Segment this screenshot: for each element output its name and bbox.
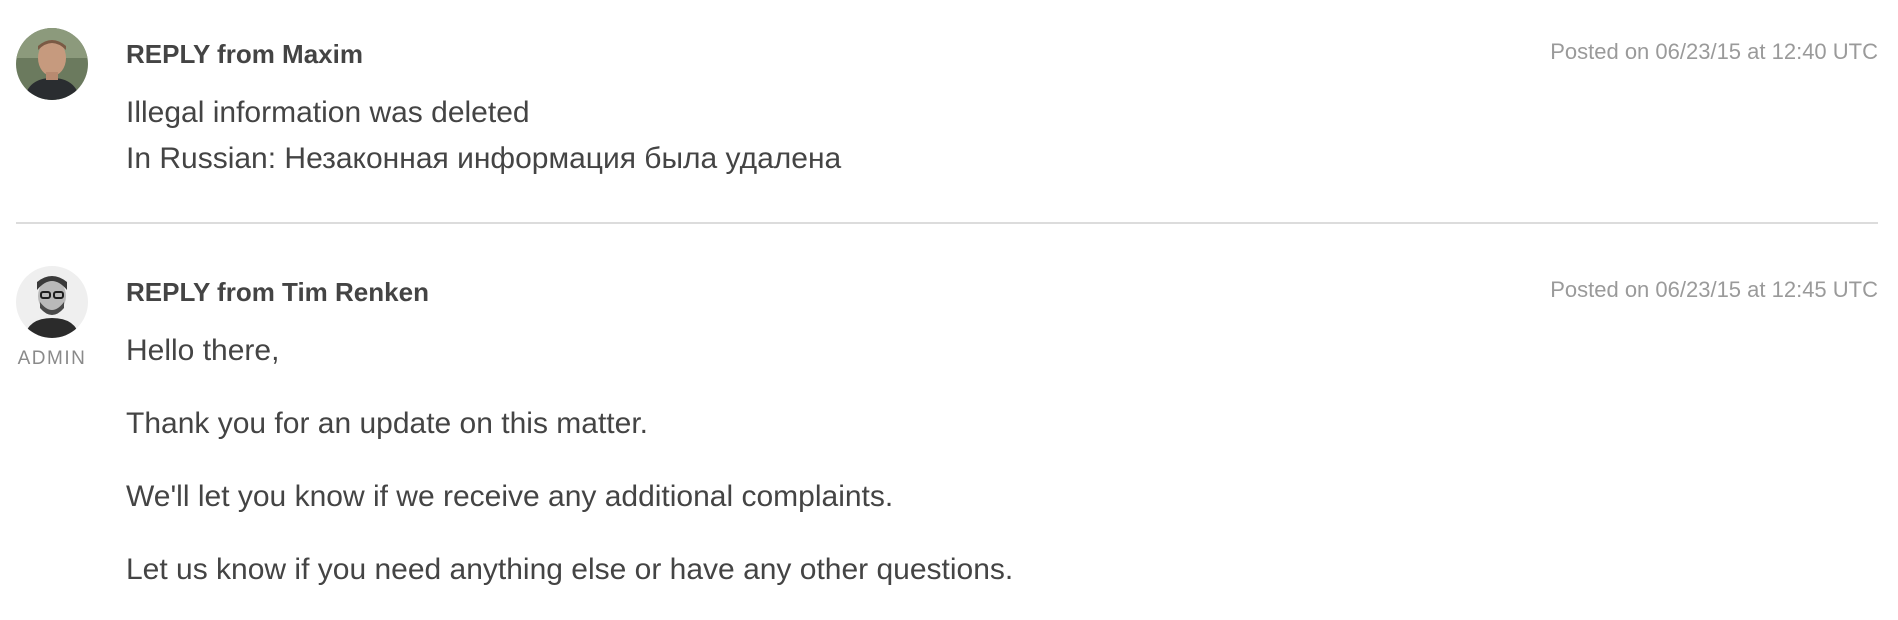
avatar-column <box>16 28 88 100</box>
reply-author: REPLY from Tim Renken <box>126 277 429 307</box>
reply-body: Illegal information was deleted In Russi… <box>126 90 1878 182</box>
reply-timestamp: Posted on 06/23/15 at 12:45 UTC <box>1550 277 1878 302</box>
user-photo-icon <box>16 28 88 100</box>
reply-line: Thank you for an update on this matter. <box>126 407 648 440</box>
reply-line: Illegal information was deleted <box>126 96 530 129</box>
reply-author: REPLY from Maxim <box>126 39 363 69</box>
avatar-column: ADMIN <box>16 266 88 370</box>
avatar[interactable] <box>16 266 88 338</box>
reply-divider <box>16 222 1878 224</box>
user-photo-icon <box>16 266 88 338</box>
reply-header: REPLY from Maxim Posted on 06/23/15 at 1… <box>126 34 1878 74</box>
reply-line: In Russian: Незаконная информация была у… <box>126 142 842 175</box>
reply-timestamp: Posted on 06/23/15 at 12:40 UTC <box>1550 39 1878 64</box>
reply-line: We'll let you know if we receive any add… <box>126 480 894 513</box>
reply-line: Hello there, <box>126 334 280 367</box>
reply-thread: REPLY from Maxim Posted on 06/23/15 at 1… <box>0 0 1898 598</box>
reply-line: Let us know if you need anything else or… <box>126 553 1014 586</box>
role-badge: ADMIN <box>17 348 87 369</box>
reply-body: Hello there, Thank you for an update on … <box>126 328 1878 620</box>
avatar[interactable] <box>16 28 88 100</box>
reply-header: REPLY from Tim Renken Posted on 06/23/15… <box>126 272 1878 312</box>
